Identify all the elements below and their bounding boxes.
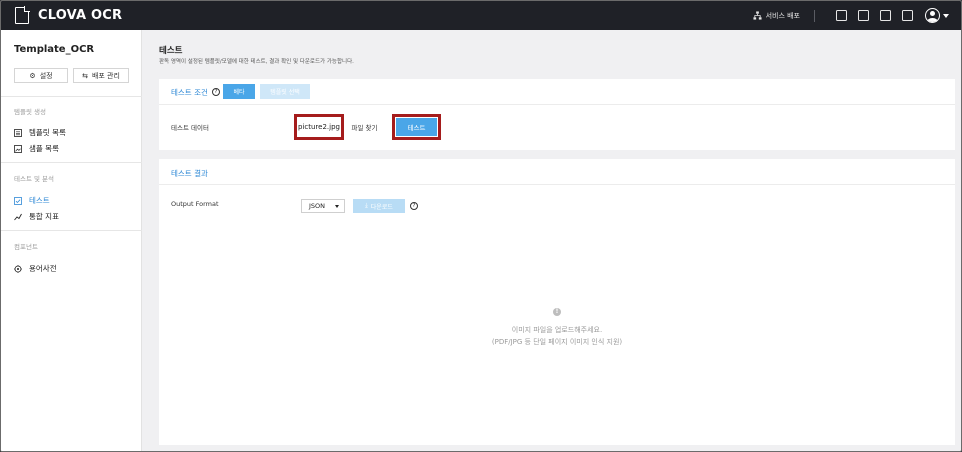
chevron-down-icon[interactable] [943, 13, 949, 18]
info-icon: ! [553, 308, 561, 316]
info-icon[interactable] [880, 10, 891, 21]
sidebar: Template_OCR ⚙ 설정 ⇆ 배포 관리 템플릿 생성 템플릿 목록 … [1, 30, 142, 451]
empty-message: 이미지 파일을 업로드해주세요. [511, 326, 603, 334]
output-format-select[interactable]: JSON [301, 199, 345, 213]
card-header: 테스트 조건 ? 베타 템플릿 선택 [159, 79, 955, 105]
check-square-icon [14, 196, 22, 205]
file-name: picture2.jpg [298, 123, 340, 131]
service-deploy-link[interactable]: 서비스 배포 [753, 11, 800, 21]
brand-name: CLOVA OCR [38, 8, 123, 23]
settings-button[interactable]: ⚙ 설정 [14, 68, 68, 83]
file-name-field[interactable]: picture2.jpg [297, 117, 341, 137]
app-window: CLOVA OCR 서비스 배포 ko Template_OCR ⚙ 설정 ⇆ … [0, 0, 962, 452]
divider [814, 9, 815, 22]
sidebar-item-metrics[interactable]: 통합 지표 [14, 211, 59, 222]
divider [1, 162, 142, 163]
top-actions: 서비스 배포 ko [753, 1, 949, 30]
card-title: 테스트 결과 [171, 169, 208, 178]
chevron-down-icon [335, 204, 340, 208]
help-icon[interactable]: ? [410, 202, 418, 210]
gear-icon: ⚙ [29, 71, 36, 80]
card-title: 테스트 조건 [171, 88, 208, 97]
document-icon [15, 6, 30, 24]
sitemap-icon [753, 11, 762, 20]
deploy-manage-button[interactable]: ⇆ 배포 관리 [73, 68, 129, 83]
beta-tab-label: 베타 [233, 89, 245, 96]
sidebar-item-label: 용어사전 [29, 264, 57, 273]
trend-icon [14, 213, 22, 220]
template-select-tab-label: 템플릿 선택 [270, 89, 300, 96]
download-icon: ⤓ [365, 202, 368, 209]
test-button[interactable]: 테스트 [396, 118, 437, 136]
page-title: 테스트 [159, 46, 183, 56]
test-results-card: 테스트 결과 Output Format JSON ⤓ 다운로드 ? ! 이미지… [159, 159, 955, 445]
sidebar-item-test[interactable]: 테스트 [14, 195, 50, 206]
section-components: 컴포넌트 [14, 243, 38, 251]
sidebar-item-label: 템플릿 목록 [29, 128, 66, 137]
deploy-manage-button-label: 배포 관리 [91, 71, 120, 80]
help-icon[interactable]: ? [212, 88, 220, 96]
top-bar: CLOVA OCR 서비스 배포 ko [1, 1, 961, 30]
template-select-tab[interactable]: 템플릿 선택 [260, 84, 310, 99]
test-data-label: 테스트 데이터 [171, 124, 209, 132]
sidebar-item-sample-list[interactable]: 샘플 목록 [14, 143, 59, 154]
target-icon [14, 264, 22, 273]
project-title: Template_OCR [14, 44, 95, 55]
divider [1, 230, 142, 231]
section-test-analysis: 테스트 및 분석 [14, 175, 55, 183]
beta-tab[interactable]: 베타 [223, 84, 255, 99]
settings-button-label: 설정 [39, 71, 53, 80]
divider [1, 96, 142, 97]
section-template-create: 템플릿 생성 [14, 108, 46, 116]
deploy-icon: ⇆ [82, 71, 88, 80]
download-button[interactable]: ⤓ 다운로드 [353, 199, 405, 213]
output-format-value: JSON [309, 202, 326, 210]
test-conditions-card: 테스트 조건 ? 베타 템플릿 선택 테스트 데이터 picture2.jpg … [159, 79, 955, 150]
sidebar-item-glossary[interactable]: 용어사전 [14, 263, 57, 274]
sidebar-item-label: 통합 지표 [29, 212, 59, 221]
card-header: 테스트 결과 [159, 159, 955, 185]
list-icon[interactable] [902, 10, 913, 21]
user-badge: ko [929, 19, 934, 24]
sidebar-item-label: 테스트 [29, 196, 50, 205]
sidebar-item-label: 샘플 목록 [29, 144, 59, 153]
sidebar-item-template-list[interactable]: 템플릿 목록 [14, 127, 66, 138]
service-deploy-label: 서비스 배포 [765, 11, 800, 20]
find-file-button-label: 파일 찾기 [351, 124, 378, 132]
archive-icon[interactable] [858, 10, 869, 21]
output-format-label: Output Format [171, 200, 219, 208]
chat-icon[interactable] [836, 10, 847, 21]
test-button-label: 테스트 [407, 124, 426, 132]
page-description: 판독 영역이 설정된 템플릿/모델에 대한 테스트, 결과 확인 및 다운로드가… [159, 59, 354, 65]
brand[interactable]: CLOVA OCR [15, 6, 123, 24]
empty-message-detail: (PDF/JPG 등 단일 페이지 이미지 인식 지원) [491, 338, 623, 346]
find-file-button[interactable]: 파일 찾기 [347, 119, 382, 135]
image-icon [14, 144, 22, 153]
list-icon [14, 128, 22, 137]
download-button-label: 다운로드 [370, 203, 393, 211]
